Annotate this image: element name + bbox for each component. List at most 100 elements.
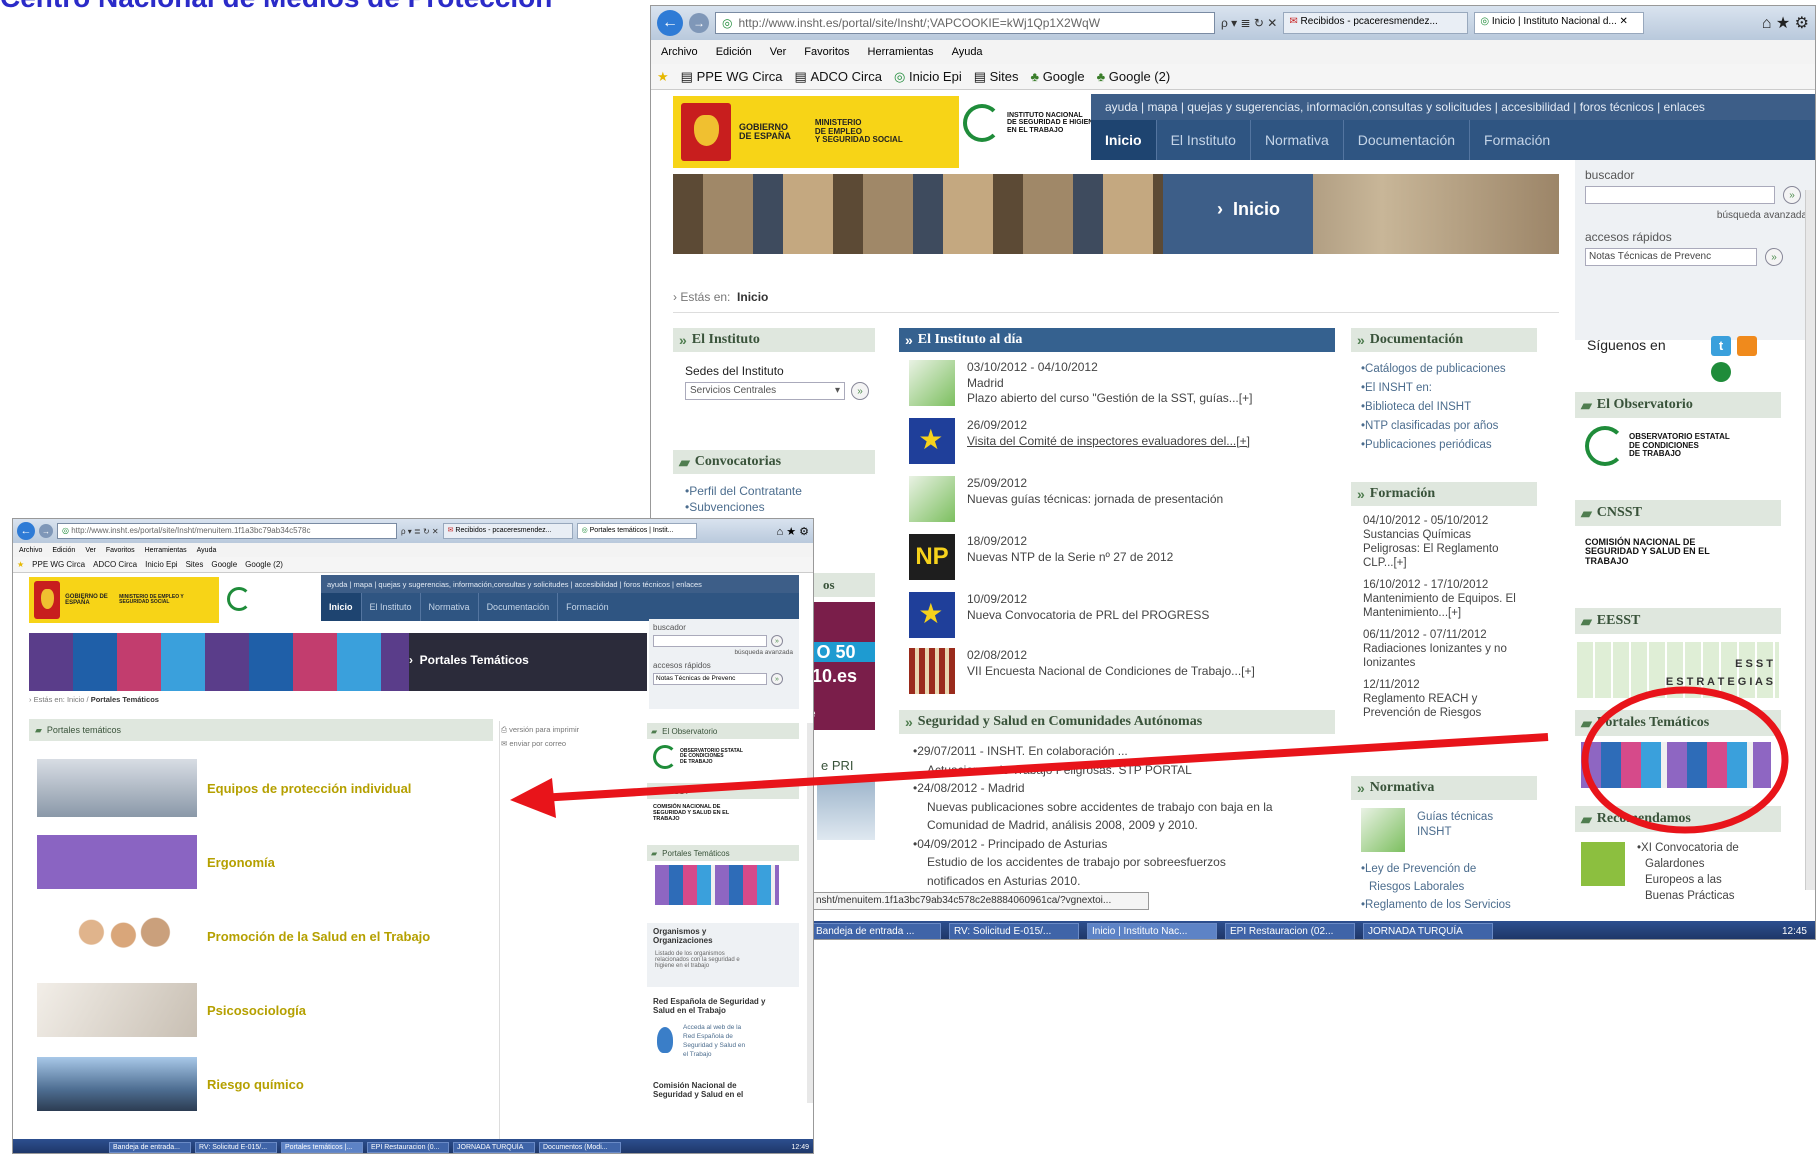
quick-access-select[interactable]: Notas Técnicas de Prevenc (1585, 248, 1757, 266)
ccaa-line[interactable]: •24/08/2012 - Madrid (913, 779, 1273, 798)
recomendamos-line[interactable]: •XI Convocatoria de (1637, 840, 1739, 856)
nav-normativa[interactable]: Normativa (1251, 120, 1344, 160)
ccaa-line[interactable]: notificados en Asturias 2010. (913, 872, 1273, 891)
menu-edicion[interactable]: Edición (52, 547, 75, 554)
observatorio-logo[interactable]: OBSERVATORIO ESTATAL DE CONDICIONES DE T… (1585, 426, 1730, 466)
fav-google-2[interactable]: ♣ Google (2) (1097, 69, 1171, 84)
ccaa-line[interactable]: Comunidad de Madrid, análisis 2008, 2009… (913, 816, 1273, 835)
tab-mail[interactable]: ✉ Recibidos - pcaceresmendez... (442, 523, 573, 539)
news-item[interactable]: 26/09/2012 Visita del Comité de inspecto… (967, 418, 1250, 449)
portal-link-psicosociologia[interactable]: Psicosociología (207, 1003, 306, 1018)
fav-ppe[interactable]: ▤ PPE WG Circa (681, 69, 783, 85)
menu-favoritos[interactable]: Favoritos (106, 547, 135, 554)
recomendamos-line[interactable]: Buenas Prácticas (1637, 888, 1739, 904)
list-item[interactable]: •Subvenciones (685, 500, 802, 516)
window-icons[interactable]: ⌂ ★ ⚙ (777, 525, 809, 538)
menu-edicion[interactable]: Edición (716, 46, 752, 58)
portal-link-quimico[interactable]: Riesgo químico (207, 1077, 304, 1092)
breadcrumb-current[interactable]: Portales Temáticos (91, 695, 159, 704)
course-text[interactable]: Mantenimiento de Equipos. El (1363, 592, 1516, 606)
search-input[interactable] (1585, 186, 1775, 204)
psicosociologia-thumb[interactable] (37, 983, 197, 1037)
search-input[interactable] (653, 635, 767, 647)
menu-ver[interactable]: Ver (85, 547, 96, 554)
menu-ayuda[interactable]: Ayuda (952, 46, 983, 58)
news-item[interactable]: 10/09/2012 Nueva Convocatoria de PRL del… (967, 592, 1209, 623)
portal-link-salud[interactable]: Promoción de la Salud en el Trabajo (207, 929, 430, 944)
course-text[interactable]: Ionizantes (1363, 656, 1516, 670)
tab-inicio[interactable]: ◎ Inicio | Instituto Nacional d... ✕ (1474, 12, 1645, 34)
normativa-item[interactable]: •Ley de Prevención de (1361, 860, 1511, 878)
observatorio-logo[interactable]: OBSERVATORIO ESTATAL DE CONDICIONES DE T… (653, 745, 743, 769)
eesst-banner[interactable]: E S S T E S T R A T E G I A S (1577, 642, 1779, 698)
forward-button[interactable]: → (39, 524, 53, 538)
portal-link-epi[interactable]: Equipos de protección individual (207, 781, 411, 796)
task-epi[interactable]: EPI Restauracion (02... (1225, 922, 1355, 939)
address-controls[interactable]: ρ ▾ ≣ ↻ ✕ (401, 527, 439, 536)
quick-access-go-icon[interactable]: » (771, 673, 783, 685)
advanced-search-link[interactable]: búsqueda avanzada (734, 649, 793, 656)
insht-social-icon[interactable] (1711, 362, 1731, 382)
favorites-star-icon[interactable]: ★ (657, 69, 669, 85)
menu-herramientas[interactable]: Herramientas (145, 547, 187, 554)
red-link[interactable]: Acceda al web de la Red Española de Segu… (683, 1023, 745, 1059)
fav-google[interactable]: Google (211, 560, 237, 569)
task-portales[interactable]: Portales temáticos |... (281, 1141, 363, 1153)
insht-logo[interactable]: INSTITUTO NACIONAL DE SEGURIDAD E HIGIEN… (963, 104, 1098, 142)
twitter-icon[interactable]: t (1711, 336, 1731, 356)
guias-link[interactable]: Guías técnicas INSHT (1417, 810, 1493, 840)
rss-icon[interactable] (1737, 336, 1757, 356)
list-item[interactable]: •Perfil del Contratante (685, 484, 802, 500)
task-bandeja[interactable]: Bandeja de entrada ... (811, 922, 941, 939)
list-item[interactable]: •Biblioteca del INSHT (1361, 398, 1506, 417)
nav-el-instituto[interactable]: El Instituto (362, 593, 421, 621)
forward-button[interactable]: → (689, 13, 709, 33)
fav-inicio-epi[interactable]: Inicio Epi (145, 560, 177, 569)
vertical-scrollbar[interactable] (807, 723, 813, 1103)
list-item[interactable]: •Publicaciones periódicas (1361, 436, 1506, 455)
fav-inicio-epi[interactable]: ◎ Inicio Epi (894, 69, 962, 85)
top-links[interactable]: ayuda | mapa | quejas y sugerencias, inf… (1091, 94, 1815, 120)
menu-archivo[interactable]: Archivo (661, 46, 698, 58)
task-documentos[interactable]: Documentos (Modi... (539, 1141, 621, 1153)
vertical-scrollbar[interactable] (1805, 190, 1815, 890)
breadcrumb-current[interactable]: Inicio (737, 290, 768, 304)
course-text[interactable]: Sustancias Químicas (1363, 528, 1516, 542)
menu-ayuda[interactable]: Ayuda (197, 547, 217, 554)
list-item[interactable]: •Catálogos de publicaciones (1361, 360, 1506, 379)
task-inicio[interactable]: Inicio | Instituto Nac... (1087, 922, 1217, 939)
favorites-star-icon[interactable]: ★ (17, 560, 24, 569)
news-item[interactable]: 18/09/2012 Nuevas NTP de la Serie nº 27 … (967, 534, 1173, 565)
sedes-go-icon[interactable]: » (851, 382, 869, 400)
search-go-icon[interactable]: » (771, 635, 783, 647)
back-button[interactable]: ← (17, 522, 35, 540)
salud-thumb[interactable] (53, 909, 181, 967)
ccaa-line[interactable]: •29/07/2011 - INSHT. En colaboración ... (913, 742, 1273, 761)
task-epi[interactable]: EPI Restauracion (0... (367, 1141, 449, 1153)
task-bandeja[interactable]: Bandeja de entrada... (109, 1141, 191, 1153)
fav-adco[interactable]: ▤ ADCO Circa (795, 69, 882, 85)
nav-normativa[interactable]: Normativa (421, 593, 479, 621)
tab-portales[interactable]: ◎ Portales temáticos | Instit... (576, 523, 697, 539)
nav-el-instituto[interactable]: El Instituto (1157, 120, 1251, 160)
course-text[interactable]: Reglamento REACH y (1363, 692, 1516, 706)
course-text[interactable]: CLP...[+] (1363, 556, 1516, 570)
sedes-select[interactable]: Servicios Centrales ▾ (685, 382, 845, 400)
course-text[interactable]: Mantenimiento...[+] (1363, 606, 1516, 620)
search-go-icon[interactable]: » (1783, 186, 1801, 204)
nav-formacion[interactable]: Formación (558, 593, 617, 621)
menu-favoritos[interactable]: Favoritos (804, 46, 849, 58)
news-item[interactable]: 03/10/2012 - 04/10/2012 Madrid Plazo abi… (967, 360, 1252, 407)
fav-google-2[interactable]: Google (2) (245, 560, 283, 569)
fav-sites[interactable]: ▤ Sites (974, 69, 1019, 85)
ergonomia-thumb[interactable] (37, 835, 197, 889)
recomendamos-line[interactable]: Europeos a las (1637, 872, 1739, 888)
nav-documentacion[interactable]: Documentación (1344, 120, 1471, 160)
recomendamos-line[interactable]: Galardones (1637, 856, 1739, 872)
cnsst-link[interactable]: COMISIÓN NACIONAL DE SEGURIDAD Y SALUD E… (1585, 537, 1710, 566)
advanced-search-link[interactable]: búsqueda avanzada (1717, 210, 1807, 221)
nav-inicio[interactable]: Inicio (1091, 120, 1157, 160)
fav-google[interactable]: ♣ Google (1031, 69, 1085, 84)
top-links[interactable]: ayuda | mapa | quejas y sugerencias, inf… (321, 575, 799, 593)
cnsst-link[interactable]: COMISIÓN NACIONAL DE SEGURIDAD Y SALUD E… (653, 804, 729, 822)
